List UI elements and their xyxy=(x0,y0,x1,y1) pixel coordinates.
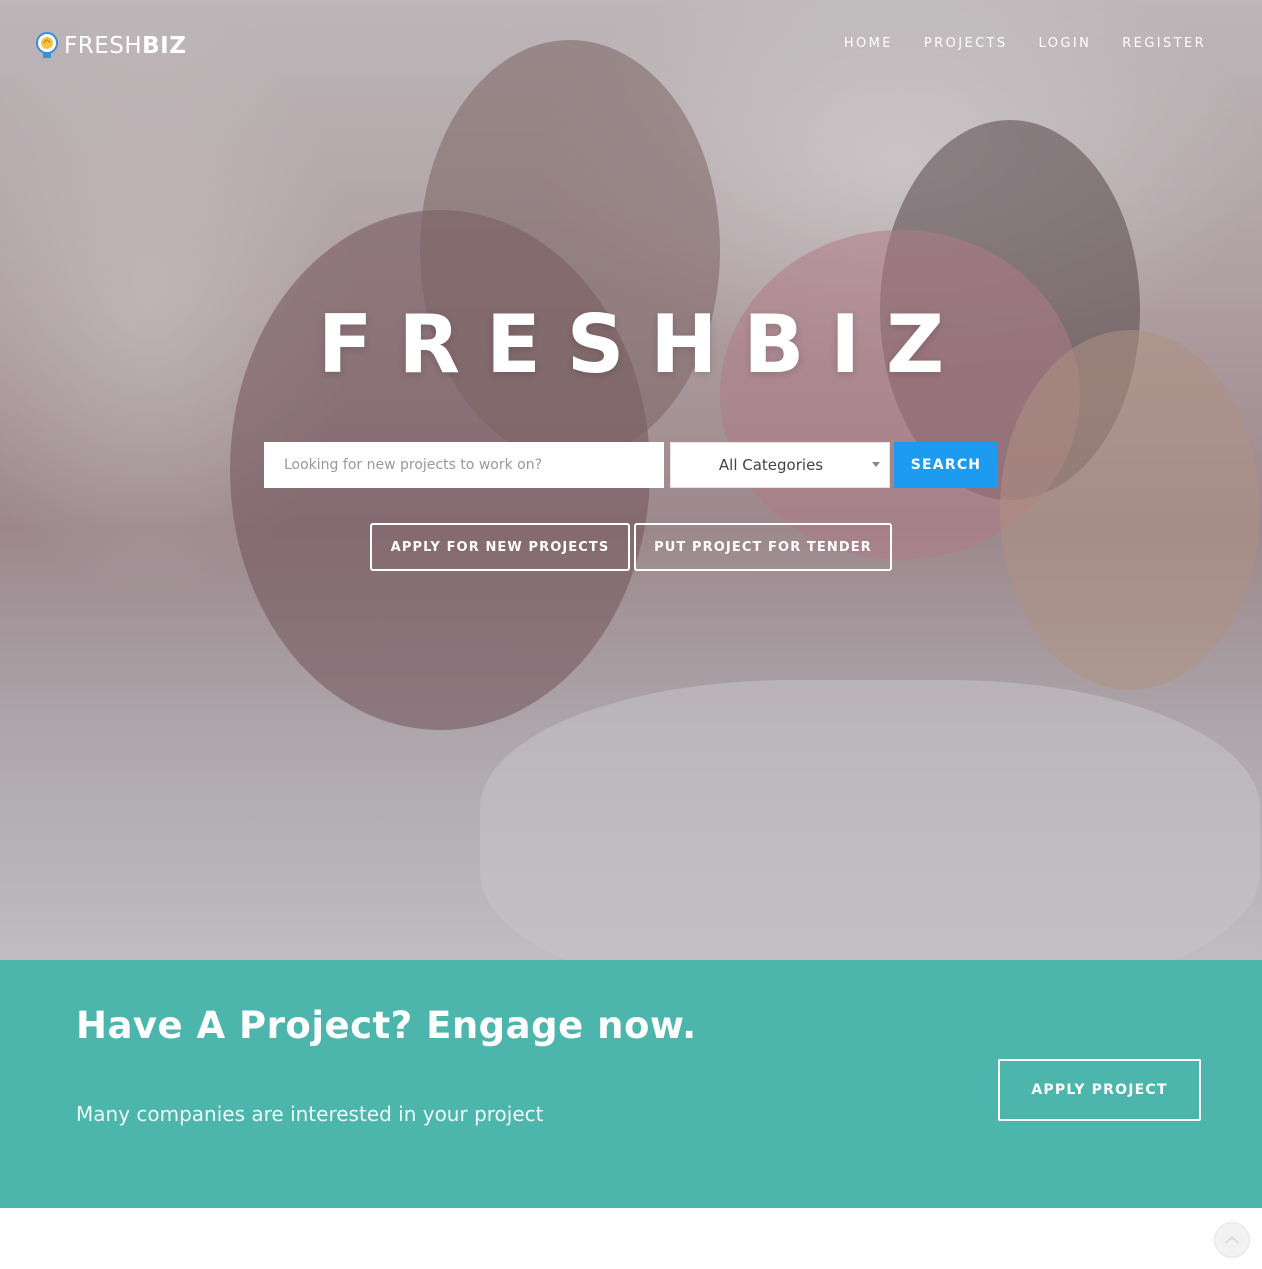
site-logo[interactable]: FRESHBIZ xyxy=(34,28,186,64)
scroll-to-top-button[interactable] xyxy=(1214,1222,1250,1258)
cta-section: Have A Project? Engage now. Many compani… xyxy=(0,960,1262,1208)
apply-new-projects-button[interactable]: APPLY FOR NEW PROJECTS xyxy=(370,523,630,571)
hero-section: FRESHBIZ HOME PROJECTS LOGIN REGISTER FR… xyxy=(0,0,1262,960)
nav-login[interactable]: LOGIN xyxy=(1039,36,1092,51)
category-select[interactable]: All Categories xyxy=(670,442,890,488)
next-section xyxy=(0,1208,1262,1269)
cta-subtitle: Many companies are interested in your pr… xyxy=(76,1102,544,1126)
nav-projects[interactable]: PROJECTS xyxy=(924,36,1008,51)
apply-project-button[interactable]: APPLY PROJECT xyxy=(998,1059,1201,1121)
search-button[interactable]: SEARCH xyxy=(894,442,998,488)
chevron-up-icon xyxy=(1224,1235,1240,1245)
category-select-value: All Categories xyxy=(718,456,824,474)
nav-register[interactable]: REGISTER xyxy=(1122,36,1206,51)
lightbulb-icon xyxy=(34,31,60,61)
caret-down-icon xyxy=(872,462,880,467)
main-nav: HOME PROJECTS LOGIN REGISTER xyxy=(844,36,1206,51)
logo-text: FRESHBIZ xyxy=(64,33,187,59)
nav-home[interactable]: HOME xyxy=(844,36,893,51)
cta-title: Have A Project? Engage now. xyxy=(76,1004,697,1047)
put-project-for-tender-button[interactable]: PUT PROJECT FOR TENDER xyxy=(634,523,892,571)
search-input[interactable] xyxy=(264,442,664,488)
hero-title: FRESHBIZ xyxy=(317,298,971,391)
